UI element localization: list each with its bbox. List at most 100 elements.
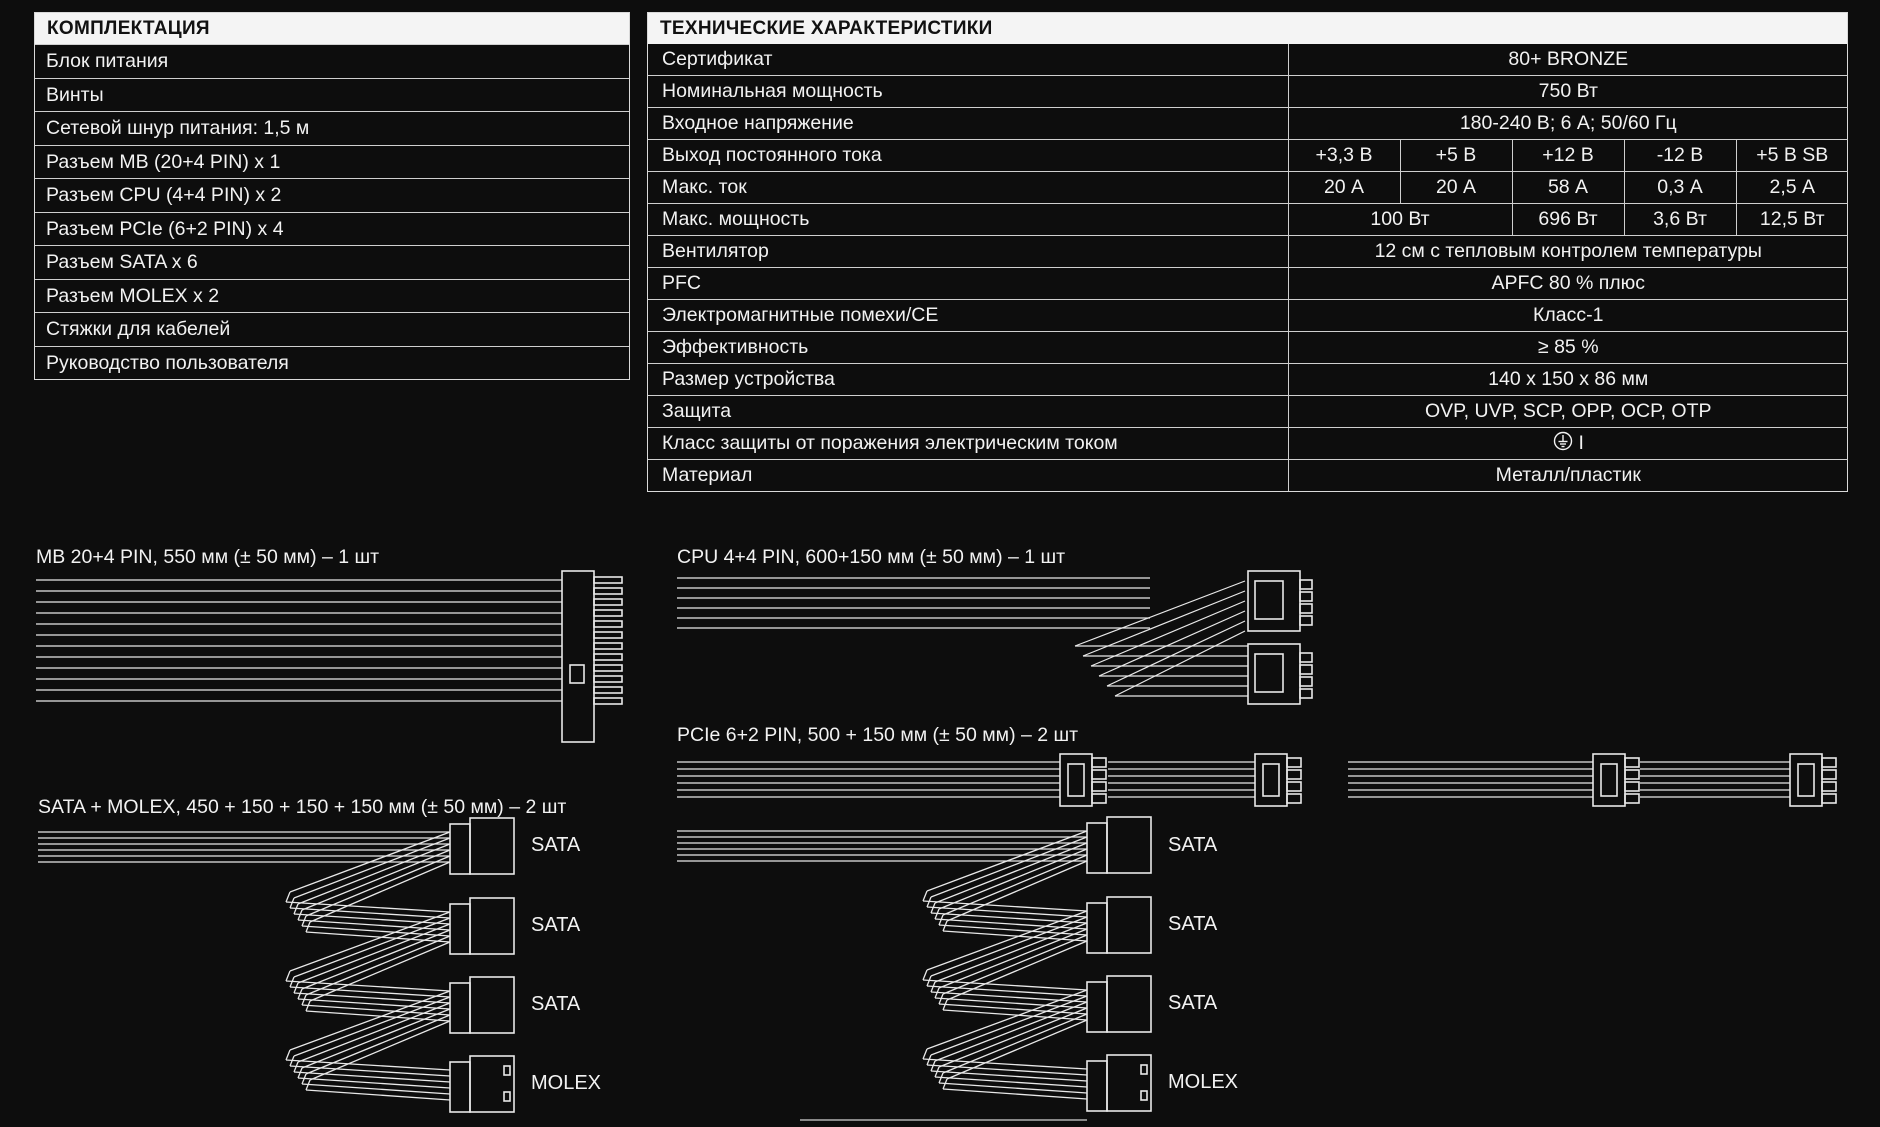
wire — [285, 1049, 291, 1061]
connector-collar — [449, 982, 471, 1034]
cpu-connector-inner — [1254, 580, 1284, 620]
wire — [922, 890, 928, 902]
sata-molex-cable-drawing-left — [38, 817, 515, 1113]
sata-connector — [469, 897, 515, 955]
pcie-connector — [1059, 753, 1093, 807]
molex-label: MOLEX — [1168, 1071, 1239, 1093]
connector-collar — [449, 903, 471, 955]
pin — [1299, 615, 1313, 626]
pin — [1286, 769, 1302, 780]
wire — [942, 1088, 1088, 1100]
cpu-cable-drawing — [677, 570, 1313, 705]
connector-collar — [449, 1061, 471, 1113]
wire — [297, 1077, 451, 1089]
pin — [593, 598, 623, 606]
pin — [1091, 781, 1107, 792]
wire — [934, 1076, 1088, 1088]
sata-molex-cable-drawing-right — [677, 816, 1152, 1112]
pin — [1821, 769, 1837, 780]
pin — [1299, 652, 1313, 663]
wire — [301, 1004, 451, 1016]
cpu-connector-inner — [1254, 653, 1284, 693]
sata-label: SATA — [531, 993, 581, 1015]
pin — [1299, 579, 1313, 590]
pin — [593, 576, 623, 584]
pin — [1299, 688, 1313, 699]
wire — [301, 925, 451, 937]
pin — [1299, 603, 1313, 614]
wire — [938, 1003, 1088, 1015]
wire — [305, 1010, 451, 1022]
sata-label: SATA — [1168, 834, 1218, 856]
wire — [285, 970, 291, 982]
connector-collar — [1086, 902, 1108, 954]
pin — [1140, 1064, 1148, 1075]
connector-collar — [1086, 822, 1108, 874]
pcie-connector-inner — [1600, 763, 1618, 797]
wire — [301, 849, 451, 911]
latch — [569, 664, 585, 684]
wire — [934, 918, 1088, 930]
sata-connector — [469, 817, 515, 875]
pcie-cable-drawing — [677, 753, 1837, 807]
wire — [297, 998, 451, 1010]
pin — [593, 664, 623, 672]
pin — [593, 686, 623, 694]
pcie-connector — [1789, 753, 1823, 807]
sata-label: SATA — [1168, 992, 1218, 1014]
pin — [1624, 793, 1640, 804]
pin — [1091, 757, 1107, 768]
pin — [593, 642, 623, 650]
sata-label: SATA — [531, 834, 581, 856]
pin — [1299, 664, 1313, 675]
sata-label: SATA — [1168, 913, 1218, 935]
pin — [503, 1065, 511, 1076]
pin — [1624, 757, 1640, 768]
wire — [942, 1009, 1088, 1021]
wire — [938, 1082, 1088, 1094]
pin — [1286, 793, 1302, 804]
wire — [922, 969, 928, 981]
wire — [938, 848, 1088, 910]
wire — [285, 891, 291, 903]
connector-collar — [1086, 1060, 1108, 1112]
wire — [922, 1048, 928, 1060]
sata-connector — [469, 976, 515, 1034]
pin — [593, 609, 623, 617]
sata-connector — [1106, 816, 1152, 874]
wire — [301, 1083, 451, 1095]
wire — [938, 924, 1088, 936]
molex-label: MOLEX — [531, 1072, 602, 1094]
pcie-connector-inner — [1797, 763, 1815, 797]
pin — [593, 697, 623, 705]
pin — [593, 653, 623, 661]
pin — [1286, 781, 1302, 792]
cpu-connector-upper — [1247, 570, 1301, 632]
pcie-connector-inner — [1067, 763, 1085, 797]
pin — [1286, 757, 1302, 768]
wire — [942, 930, 1088, 942]
wire — [934, 997, 1088, 1009]
pcie-connector — [1254, 753, 1288, 807]
pin — [593, 620, 623, 628]
pin — [1091, 793, 1107, 804]
pcie-connector-inner — [1262, 763, 1280, 797]
sata-connector — [1106, 975, 1152, 1033]
mb-cable-drawing — [36, 570, 623, 743]
pin — [1821, 757, 1837, 768]
pin — [1140, 1090, 1148, 1101]
pin — [1821, 793, 1837, 804]
pcie-connector — [1592, 753, 1626, 807]
wire — [305, 931, 451, 943]
cable-diagrams — [36, 570, 1837, 1121]
pin — [593, 675, 623, 683]
pin — [1299, 676, 1313, 687]
sata-connector — [1106, 896, 1152, 954]
pin — [1299, 591, 1313, 602]
pin — [1624, 781, 1640, 792]
pin — [593, 587, 623, 595]
wire — [297, 919, 451, 931]
pin — [1091, 769, 1107, 780]
wire — [305, 1089, 451, 1101]
molex-connector — [469, 1055, 515, 1113]
